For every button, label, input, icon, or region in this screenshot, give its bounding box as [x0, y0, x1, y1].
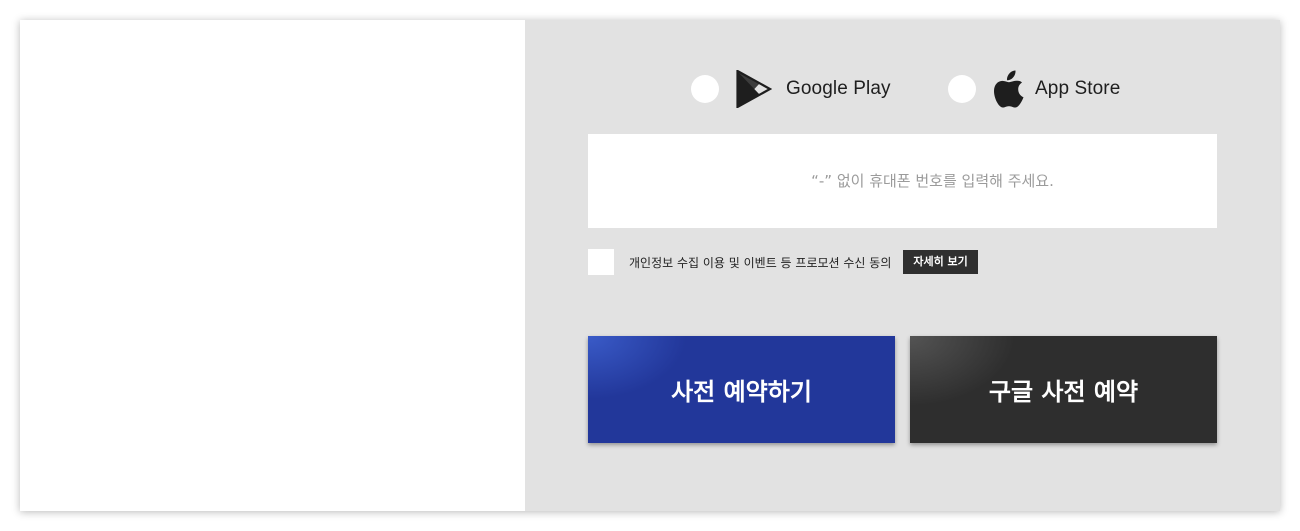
preorder-button[interactable]: 사전 예약하기 — [588, 336, 895, 443]
google-preorder-button[interactable]: 구글 사전 예약 — [910, 336, 1217, 443]
left-image-panel — [20, 20, 525, 511]
app-store-radio[interactable] — [948, 75, 976, 103]
platform-option-google-play[interactable]: Google Play — [691, 68, 891, 110]
google-play-radio[interactable] — [691, 75, 719, 103]
preregistration-card: Google Play App Store 개인정보 수집 이용 및 이벤트 등… — [20, 20, 1280, 511]
google-play-icon — [736, 70, 772, 108]
platform-selector: Google Play App Store — [525, 68, 1280, 110]
consent-row: 개인정보 수집 이용 및 이벤트 등 프로모션 수신 동의 자세히 보기 — [588, 249, 978, 275]
phone-number-input[interactable] — [588, 134, 1217, 228]
consent-checkbox[interactable] — [588, 249, 614, 275]
platform-option-app-store[interactable]: App Store — [948, 68, 1120, 110]
preregistration-form: Google Play App Store 개인정보 수집 이용 및 이벤트 등… — [525, 20, 1280, 511]
apple-icon — [994, 70, 1024, 108]
details-button[interactable]: 자세히 보기 — [903, 250, 978, 274]
google-play-label: Google Play — [786, 78, 891, 99]
consent-label: 개인정보 수집 이용 및 이벤트 등 프로모션 수신 동의 — [629, 255, 892, 270]
app-store-label: App Store — [1035, 78, 1121, 99]
